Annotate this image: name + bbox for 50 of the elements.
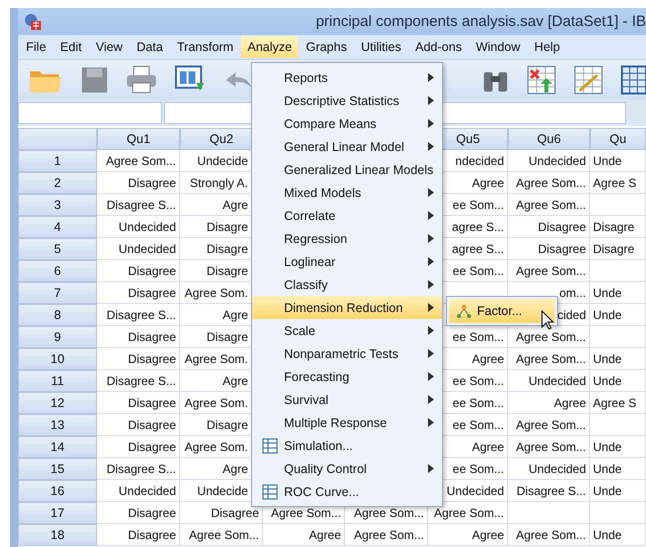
table-cell: Disagree [97, 172, 180, 194]
table-cell: Disagree [97, 436, 180, 458]
table-cell: Agree S [590, 172, 646, 194]
table-cell: Disagree [97, 282, 180, 304]
table-cell: Disagree [97, 260, 180, 282]
table-cell: Disagree [97, 348, 180, 370]
table-cell: Disagre [590, 216, 646, 238]
table-cell: Undecided [97, 216, 180, 238]
table-cell: Undecided [97, 480, 180, 502]
table-cell: Agree [263, 524, 345, 546]
table-cell: Agree Som... [508, 172, 590, 194]
table-cell: Disagree [97, 502, 180, 524]
table-cell: Disagree [97, 414, 180, 436]
table-cell: Disagre [590, 238, 646, 260]
table-cell: Disagree S... [97, 458, 180, 480]
table-cell: Unde [590, 348, 646, 370]
table-cell: Disagree [97, 392, 180, 414]
table-cell: Agree Som... [508, 348, 590, 370]
table-cell: Undecided [508, 150, 590, 172]
table-cell: Disagree [508, 238, 590, 260]
table-cell: Disagree S... [97, 194, 180, 216]
window-title: principal components analysis.sav [DataSet1] - IB [316, 13, 646, 30]
table-cell: Agree Som... [345, 524, 428, 546]
table-cell: Unde [590, 304, 646, 326]
table-cell: Unde [590, 480, 646, 502]
table-cell: Agree [428, 524, 508, 546]
table-cell: Undecided [508, 458, 590, 480]
table-cell: Undecided [97, 238, 180, 260]
table-cell: Disagree [508, 216, 590, 238]
table-cell: Agree Som... [508, 260, 590, 282]
table-cell: Unde [590, 370, 646, 392]
table-cell: Agree Som... [508, 436, 590, 458]
table-cell: Disagree [97, 524, 180, 546]
table-cell: Agree Som... [180, 524, 263, 546]
table-cell: Agree Som... [508, 194, 590, 216]
table-cell: Agree Som... [97, 150, 180, 172]
table-cell: Unde [590, 150, 646, 172]
table-cell: Undecided [508, 370, 590, 392]
table-cell: Unde [590, 436, 646, 458]
table-cell: Disagree S... [97, 370, 180, 392]
table-cell: Unde [590, 282, 646, 304]
table-cell: Agree [508, 392, 590, 414]
table-cell: Unde [590, 458, 646, 480]
table-cell: Disagree [97, 326, 180, 348]
table-cell: Disagree S... [97, 304, 180, 326]
table-cell: Agree Som... [508, 414, 590, 436]
table-cell: Agree S [590, 392, 646, 414]
table-cell: Disagree S... [508, 480, 590, 502]
table-cell: Agree Som... [508, 524, 590, 546]
table-cell: Unde [590, 524, 646, 546]
